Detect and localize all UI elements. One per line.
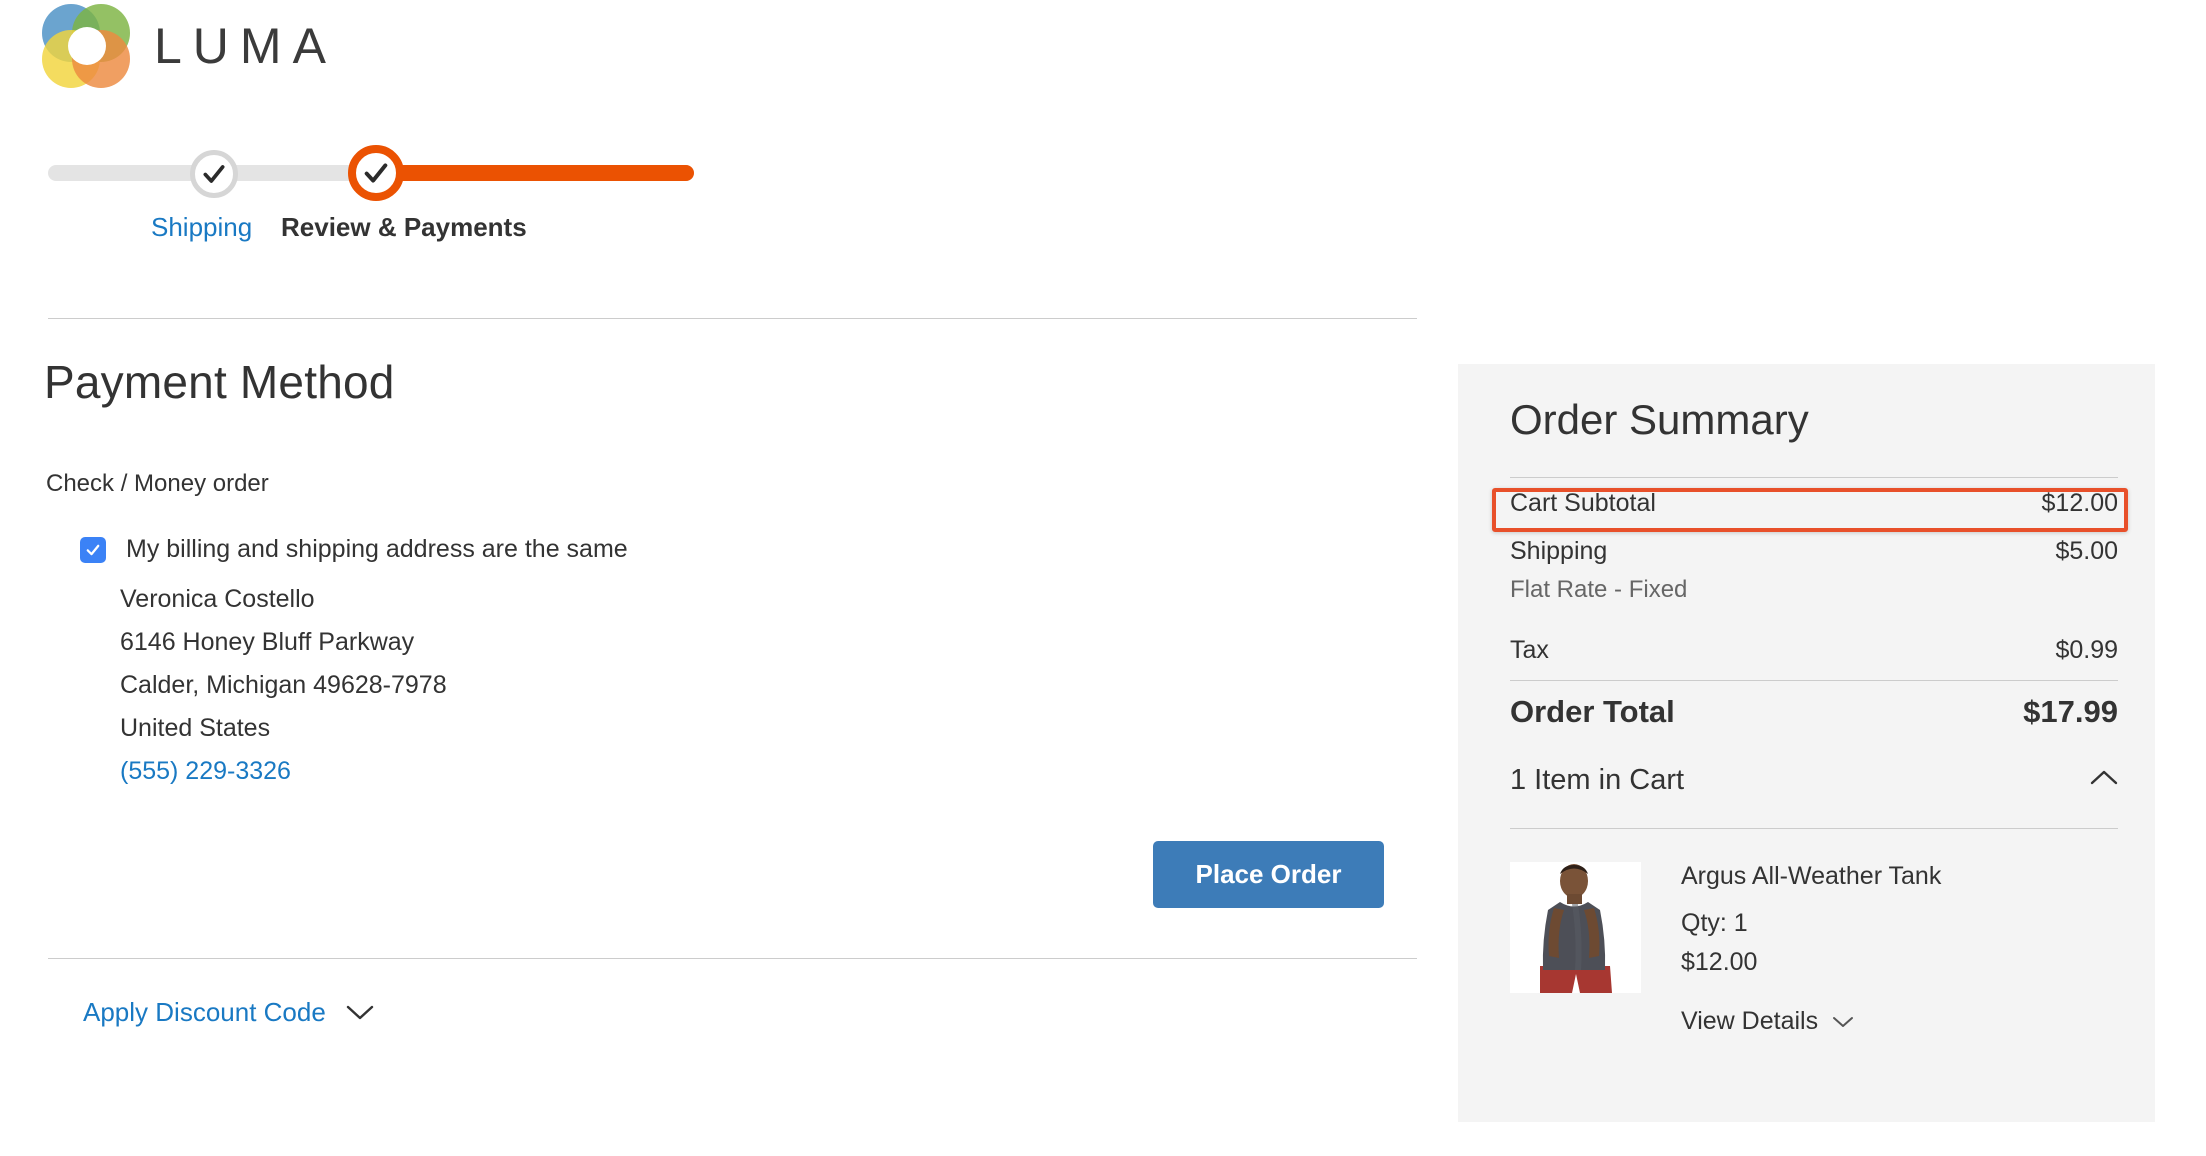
summary-row-shipping: Shipping $5.00 [1510, 537, 2118, 566]
address-city-state-zip: Calder, Michigan 49628-7978 [120, 671, 447, 699]
apply-discount-code-toggle[interactable]: Apply Discount Code [83, 997, 374, 1028]
discount-divider [48, 958, 1417, 959]
order-total-value: $17.99 [2023, 694, 2118, 729]
summary-row-tax: Tax $0.99 [1510, 636, 2118, 665]
billing-same-row[interactable]: My billing and shipping address are the … [80, 535, 628, 564]
view-details-toggle[interactable]: View Details [1681, 1007, 1941, 1036]
cart-item: Argus All-Weather Tank Qty: 1 $12.00 Vie… [1510, 862, 1941, 1036]
place-order-button[interactable]: Place Order [1153, 841, 1384, 908]
chevron-up-icon [2090, 769, 2118, 792]
check-icon [86, 544, 100, 555]
progress-label-review-payments[interactable]: Review & Payments [281, 212, 527, 243]
site-logo[interactable]: LUMA [42, 4, 337, 88]
brand-name: LUMA [154, 18, 337, 74]
summary-divider [1510, 477, 2118, 478]
summary-label: Shipping [1510, 537, 1608, 565]
summary-value: $5.00 [2055, 537, 2118, 565]
apply-discount-code-label: Apply Discount Code [83, 997, 326, 1027]
billing-address-block: Veronica Costello 6146 Honey Bluff Parkw… [120, 578, 447, 793]
address-phone-link[interactable]: (555) 229-3326 [120, 750, 447, 793]
shipping-method-sublabel: Flat Rate - Fixed [1510, 576, 1688, 603]
summary-divider [1510, 680, 2118, 681]
order-total-label: Order Total [1510, 694, 1675, 729]
product-thumbnail [1510, 862, 1641, 993]
product-price: $12.00 [1681, 948, 1758, 976]
address-country: United States [120, 714, 271, 742]
product-name: Argus All-Weather Tank [1681, 862, 1942, 890]
summary-value: $0.99 [2055, 636, 2118, 664]
order-summary-panel: Order Summary Cart Subtotal $12.00 Shipp… [1458, 364, 2155, 1122]
checkout-progress-bar: Shipping Review & Payments [48, 140, 708, 260]
chevron-down-icon [1832, 1015, 1854, 1029]
items-in-cart-toggle[interactable]: 1 Item in Cart [1510, 764, 2118, 797]
cart-items-divider [1510, 828, 2118, 829]
page-title: Payment Method [44, 356, 395, 408]
header-divider [48, 318, 1417, 319]
progress-step-shipping[interactable] [190, 150, 238, 198]
address-street: 6146 Honey Bluff Parkway [120, 628, 415, 656]
summary-row-order-total: Order Total $17.99 [1510, 694, 2118, 730]
progress-label-shipping[interactable]: Shipping [151, 212, 252, 243]
summary-value: $12.00 [2041, 489, 2118, 517]
chevron-down-icon [346, 1004, 374, 1022]
luma-rings-logo-icon [42, 4, 130, 88]
check-icon [201, 161, 227, 187]
view-details-label: View Details [1681, 1007, 1819, 1035]
check-icon [362, 159, 390, 187]
summary-label: Cart Subtotal [1510, 489, 1656, 517]
progress-fill [368, 165, 694, 181]
product-qty: Qty: 1 [1681, 909, 1748, 937]
summary-row-cart-subtotal: Cart Subtotal $12.00 [1510, 489, 2118, 518]
billing-same-label: My billing and shipping address are the … [126, 535, 628, 563]
summary-label: Tax [1510, 636, 1549, 664]
payment-method-name: Check / Money order [46, 470, 269, 497]
address-name: Veronica Costello [120, 585, 315, 613]
order-summary-title: Order Summary [1510, 396, 1809, 443]
progress-step-review-payments[interactable] [348, 145, 404, 201]
items-in-cart-label: 1 Item in Cart [1510, 764, 1685, 796]
billing-same-checkbox[interactable] [80, 536, 106, 563]
